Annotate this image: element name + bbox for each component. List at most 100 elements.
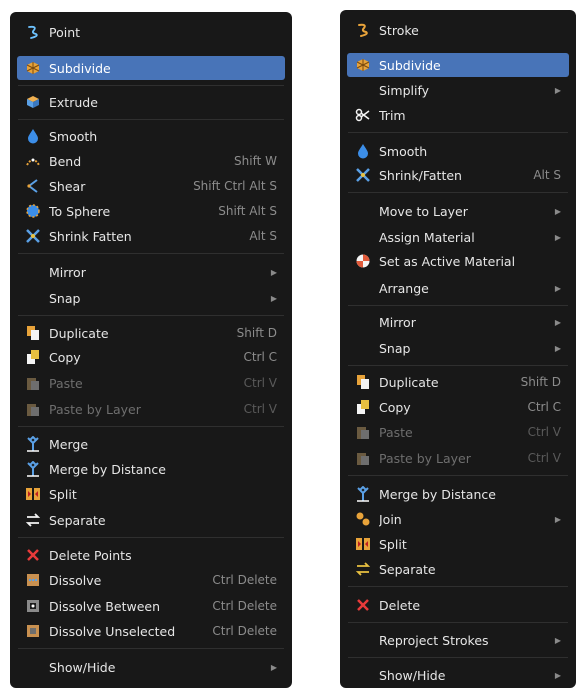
menu-item-delete-points[interactable]: Delete Points (17, 543, 285, 567)
menu-item-dissolve-between[interactable]: Dissolve Between Ctrl Delete (17, 594, 285, 618)
paste-icon (25, 375, 41, 391)
separator (348, 657, 568, 658)
smooth-icon (355, 143, 371, 159)
subdivide-icon (25, 60, 41, 76)
shear-icon (25, 178, 41, 194)
merge-icon (25, 436, 41, 452)
separator (18, 537, 284, 538)
menu-title: Stroke (347, 18, 569, 42)
menu-item-join[interactable]: Join ▶ (347, 507, 569, 531)
menu-item-snap[interactable]: Snap ▶ (17, 286, 285, 310)
dissolve-between-icon (25, 598, 41, 614)
merge-by-distance-icon (25, 461, 41, 477)
menu-item-shrink-fatten[interactable]: Shrink/Fatten Alt S (347, 163, 569, 187)
menu-item-merge[interactable]: Merge (17, 432, 285, 456)
material-icon (355, 253, 371, 269)
submenu-arrow-icon: ▶ (554, 635, 561, 645)
menu-item-delete[interactable]: Delete (347, 593, 569, 617)
menu-item-duplicate[interactable]: Duplicate Shift D (347, 370, 569, 394)
separator (348, 192, 568, 193)
shrink-fatten-icon (355, 167, 371, 183)
smooth-icon (25, 128, 41, 144)
menu-item-move-to-layer[interactable]: Move to Layer ▶ (347, 199, 569, 223)
separator (348, 305, 568, 306)
separator (348, 132, 568, 133)
menu-item-snap[interactable]: Snap ▶ (347, 336, 569, 360)
menu-item-show-hide[interactable]: Show/Hide ▶ (347, 663, 569, 687)
menu-item-separate[interactable]: Separate (347, 557, 569, 581)
menu-item-bend[interactable]: Bend Shift W (17, 149, 285, 173)
menu-item-reproject-strokes[interactable]: Reproject Strokes ▶ (347, 628, 569, 652)
paste-icon (355, 424, 371, 440)
menu-item-simplify[interactable]: Simplify ▶ (347, 78, 569, 102)
menu-item-separate[interactable]: Separate (17, 508, 285, 532)
separator (18, 119, 284, 120)
dissolve-unselected-icon (25, 623, 41, 639)
menu-item-copy[interactable]: Copy Ctrl C (347, 395, 569, 419)
submenu-arrow-icon: ▶ (554, 317, 561, 327)
menu-item-dissolve[interactable]: Dissolve Ctrl Delete (17, 568, 285, 592)
menu-item-arrange[interactable]: Arrange ▶ (347, 276, 569, 300)
submenu-arrow-icon: ▶ (270, 267, 277, 277)
separator (18, 648, 284, 649)
stroke-curve-icon (355, 22, 371, 38)
menu-item-duplicate[interactable]: Duplicate Shift D (17, 321, 285, 345)
to-sphere-icon (25, 203, 41, 219)
separate-icon (355, 561, 371, 577)
menu-item-extrude[interactable]: Extrude (17, 90, 285, 114)
separator (18, 426, 284, 427)
dissolve-icon (25, 572, 41, 588)
menu-item-merge-by-distance[interactable]: Merge by Distance (17, 457, 285, 481)
menu-item-to-sphere[interactable]: To Sphere Shift Alt S (17, 199, 285, 223)
menu-item-paste-by-layer: Paste by Layer Ctrl V (17, 397, 285, 421)
menu-item-dissolve-unselected[interactable]: Dissolve Unselected Ctrl Delete (17, 619, 285, 643)
menu-item-assign-material[interactable]: Assign Material ▶ (347, 225, 569, 249)
separator (348, 622, 568, 623)
menu-item-paste: Paste Ctrl V (347, 420, 569, 444)
separate-icon (25, 512, 41, 528)
delete-icon (355, 597, 371, 613)
menu-item-merge-by-distance[interactable]: Merge by Distance (347, 482, 569, 506)
menu-item-smooth[interactable]: Smooth (347, 139, 569, 163)
menu-item-split[interactable]: Split (17, 482, 285, 506)
point-context-menu: Point Subdivide Extrude Smooth Bend Shif… (10, 12, 292, 688)
menu-item-paste-by-layer: Paste by Layer Ctrl V (347, 446, 569, 470)
subdivide-icon (355, 57, 371, 73)
split-icon (355, 536, 371, 552)
menu-item-split[interactable]: Split (347, 532, 569, 556)
submenu-arrow-icon: ▶ (554, 85, 561, 95)
submenu-arrow-icon: ▶ (554, 232, 561, 242)
scissors-icon (355, 107, 371, 123)
menu-item-smooth[interactable]: Smooth (17, 124, 285, 148)
separator (18, 253, 284, 254)
menu-item-shrink-fatten[interactable]: Shrink Fatten Alt S (17, 224, 285, 248)
menu-item-shear[interactable]: Shear Shift Ctrl Alt S (17, 174, 285, 198)
separator (18, 85, 284, 86)
submenu-arrow-icon: ▶ (554, 206, 561, 216)
menu-item-paste: Paste Ctrl V (17, 371, 285, 395)
menu-item-trim[interactable]: Trim (347, 103, 569, 127)
menu-item-copy[interactable]: Copy Ctrl C (17, 345, 285, 369)
duplicate-icon (25, 325, 41, 341)
join-icon (355, 511, 371, 527)
copy-icon (355, 399, 371, 415)
split-icon (25, 486, 41, 502)
submenu-arrow-icon: ▶ (554, 514, 561, 524)
menu-item-set-active-material[interactable]: Set as Active Material (347, 249, 569, 273)
stroke-context-menu: Stroke Subdivide Simplify ▶ Trim Smooth … (340, 10, 576, 688)
bend-icon (25, 153, 41, 169)
menu-item-show-hide[interactable]: Show/Hide ▶ (17, 655, 285, 679)
menu-item-subdivide[interactable]: Subdivide (17, 56, 285, 80)
duplicate-icon (355, 374, 371, 390)
extrude-icon (25, 94, 41, 110)
paste-by-layer-icon (355, 450, 371, 466)
menu-item-mirror[interactable]: Mirror ▶ (17, 260, 285, 284)
submenu-arrow-icon: ▶ (554, 283, 561, 293)
merge-by-distance-icon (355, 486, 371, 502)
separator (18, 315, 284, 316)
menu-item-mirror[interactable]: Mirror ▶ (347, 310, 569, 334)
stroke-curve-icon (25, 24, 41, 40)
submenu-arrow-icon: ▶ (270, 293, 277, 303)
menu-item-subdivide[interactable]: Subdivide (347, 53, 569, 77)
shrink-fatten-icon (25, 228, 41, 244)
